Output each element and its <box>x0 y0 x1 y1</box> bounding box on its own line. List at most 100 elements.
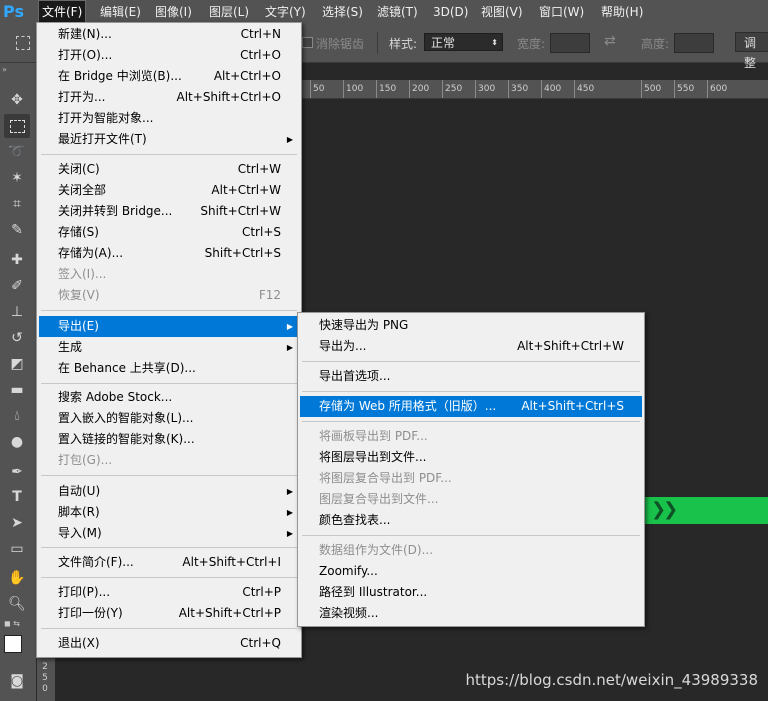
menu-item-recent-files[interactable]: 最近打开文件(T) ▶ <box>39 129 299 150</box>
menu-item-quick-export-png[interactable]: 快速导出为 PNG <box>300 315 642 336</box>
height-input[interactable] <box>674 33 714 53</box>
gradient-tool-icon[interactable]: ▬ <box>4 378 30 402</box>
menu-separator <box>41 577 297 578</box>
menu-item-save-as[interactable]: 存储为(A)... Shift+Ctrl+S <box>39 243 299 264</box>
menu-item-close[interactable]: 关闭(C) Ctrl+W <box>39 159 299 180</box>
menu-item-print-one-copy[interactable]: 打印一份(Y) Alt+Shift+Ctrl+P <box>39 603 299 624</box>
menu-file[interactable]: 文件(F) <box>38 0 87 24</box>
width-input[interactable] <box>550 33 590 53</box>
menu-layer[interactable]: 图层(L) <box>205 0 253 24</box>
menu-image[interactable]: 图像(I) <box>151 0 196 24</box>
quick-mask-icon[interactable]: ◙ <box>4 669 30 693</box>
ruler-tick: 400 <box>541 80 561 98</box>
file-menu: 新建(N)... Ctrl+N 打开(O)... Ctrl+O 在 Bridge 中… <box>36 22 302 658</box>
menu-separator <box>41 628 297 629</box>
menu-item-search-stock[interactable]: 搜索 Adobe Stock... <box>39 387 299 408</box>
menu-edit[interactable]: 编辑(E) <box>96 0 145 24</box>
menu-item-paths-to-illustrator[interactable]: 路径到 Illustrator... <box>300 582 642 603</box>
menu-item-artboards-to-pdf: 将画板导出到 PDF... <box>319 429 428 443</box>
menu-item-layer-comps-to-files: 图层复合导出到文件... <box>319 492 439 506</box>
pen-tool-icon[interactable]: ✒ <box>4 460 30 484</box>
ruler-tick: 150 <box>376 80 396 98</box>
menu-item-scripts[interactable]: 脚本(R) ▶ <box>39 502 299 523</box>
export-submenu: 快速导出为 PNG 导出为... Alt+Shift+Ctrl+W 导出首选项..… <box>297 312 645 627</box>
menu-separator <box>41 154 297 155</box>
menu-item-generate[interactable]: 生成 ▶ <box>39 337 299 358</box>
menu-item-layer-comps-to-pdf: 将图层复合导出到 PDF... <box>319 471 452 485</box>
magic-wand-tool-icon[interactable]: ✶ <box>4 166 30 190</box>
crop-tool-icon[interactable]: ⌗ <box>4 192 30 216</box>
antialias-label: 消除锯齿 <box>316 37 365 51</box>
clone-stamp-tool-icon[interactable]: ⊥ <box>4 300 30 324</box>
menu-item-export-preferences[interactable]: 导出首选项... <box>300 366 642 387</box>
eyedropper-tool-icon[interactable]: ✎ <box>4 218 30 242</box>
lasso-tool-icon[interactable]: ➰ <box>4 140 30 164</box>
menu-item-file-info[interactable]: 文件简介(F)... Alt+Shift+Ctrl+I <box>39 552 299 573</box>
collapse-icon[interactable]: » <box>2 65 7 74</box>
style-select[interactable]: 正常 ⬍ <box>424 33 503 51</box>
menu-item-close-all[interactable]: 关闭全部 Alt+Ctrl+W <box>39 180 299 201</box>
menu-item-zoomify[interactable]: Zoomify... <box>300 561 642 582</box>
menu-item-print[interactable]: 打印(P)... Ctrl+P <box>39 582 299 603</box>
menu-item-save-for-web[interactable]: 存储为 Web 所用格式（旧版）... Alt+Shift+Ctrl+S <box>300 396 642 417</box>
path-selection-tool-icon[interactable]: ➤ <box>4 511 30 535</box>
ruler-tick: 500 <box>641 80 661 98</box>
menu-item-place-embedded[interactable]: 置入嵌入的智能对象(L)... <box>39 408 299 429</box>
marquee-tool-icon[interactable] <box>4 114 30 138</box>
history-brush-tool-icon[interactable]: ↺ <box>4 326 30 350</box>
menu-item-open-as[interactable]: 打开为... Alt+Shift+Ctrl+O <box>39 87 299 108</box>
ruler-tick: 250 <box>442 80 462 98</box>
style-label: 样式: <box>389 37 418 51</box>
menu-item-import[interactable]: 导入(M) ▶ <box>39 523 299 544</box>
width-label: 宽度: <box>517 37 546 51</box>
menu-item-layers-to-files[interactable]: 将图层导出到文件... <box>300 447 642 468</box>
canvas-green-banner: ❯❯ <box>645 497 768 524</box>
menu-item-close-go-bridge[interactable]: 关闭并转到 Bridge... Shift+Ctrl+W <box>39 201 299 222</box>
menu-item-export-as[interactable]: 导出为... Alt+Shift+Ctrl+W <box>300 336 642 357</box>
menu-item-new[interactable]: 新建(N)... Ctrl+N <box>39 24 299 45</box>
menu-item-browse-bridge[interactable]: 在 Bridge 中浏览(B)... Alt+Ctrl+O <box>39 66 299 87</box>
menu-item-save[interactable]: 存储(S) Ctrl+S <box>39 222 299 243</box>
photoshop-logo: Ps <box>3 2 24 21</box>
menu-item-open-smart-object[interactable]: 打开为智能对象... <box>39 108 299 129</box>
menu-item-automate[interactable]: 自动(U) ▶ <box>39 481 299 502</box>
zoom-tool-icon[interactable]: 🔍︎ <box>4 592 30 616</box>
ruler-tick: 600 <box>707 80 727 98</box>
move-tool-icon[interactable]: ✥ <box>4 88 30 112</box>
menu-window[interactable]: 窗口(W) <box>535 0 588 24</box>
menu-select[interactable]: 选择(S) <box>318 0 367 24</box>
menu-item-export[interactable]: 导出(E) ▶ <box>39 316 299 337</box>
menu-item-open[interactable]: 打开(O)... Ctrl+O <box>39 45 299 66</box>
brush-tool-icon[interactable]: ✐ <box>4 274 30 298</box>
menu-filter[interactable]: 滤镜(T) <box>373 0 422 24</box>
menu-item-exit[interactable]: 退出(X) Ctrl+Q <box>39 633 299 654</box>
blur-tool-icon[interactable]: 💧︎ <box>4 404 30 428</box>
menu-separator <box>41 310 297 311</box>
adjust-edge-button[interactable]: 调整 <box>735 32 768 70</box>
rectangle-tool-icon[interactable]: ▭ <box>4 537 30 561</box>
menu-item-place-linked[interactable]: 置入链接的智能对象(K)... <box>39 429 299 450</box>
menu-3d[interactable]: 3D(D) <box>429 0 472 24</box>
menu-item-render-video[interactable]: 渲染视频... <box>300 603 642 624</box>
swap-icon[interactable]: ⇄ <box>604 33 616 49</box>
healing-brush-tool-icon[interactable]: ✚ <box>4 248 30 272</box>
menu-view[interactable]: 视图(V) <box>477 0 527 24</box>
hand-tool-icon[interactable]: ✋ <box>4 566 30 590</box>
menu-item-share-behance[interactable]: 在 Behance 上共享(D)... <box>39 358 299 379</box>
submenu-arrow-icon: ▶ <box>286 487 293 496</box>
menu-help[interactable]: 帮助(H) <box>597 0 647 24</box>
type-tool-icon[interactable]: T <box>4 485 30 509</box>
dodge-tool-icon[interactable]: ● <box>4 430 30 454</box>
foreground-color-swatch[interactable] <box>4 635 22 653</box>
antialias-checkbox[interactable] <box>302 37 313 48</box>
menu-item-data-sets-as-files: 数据组作为文件(D)... <box>319 543 434 557</box>
ruler-tick: 0 <box>42 684 48 694</box>
marquee-preset-icon[interactable] <box>16 36 30 50</box>
eraser-tool-icon[interactable]: ◩ <box>4 352 30 376</box>
menu-type[interactable]: 文字(Y) <box>261 0 310 24</box>
menu-item-color-lookup-tables[interactable]: 颜色查找表... <box>300 510 642 531</box>
ruler-tick: 550 <box>674 80 694 98</box>
height-label: 高度: <box>641 37 670 51</box>
ruler-tick: 50 <box>310 80 324 98</box>
default-colors-icon[interactable]: ◼ ⇆ <box>4 619 30 629</box>
